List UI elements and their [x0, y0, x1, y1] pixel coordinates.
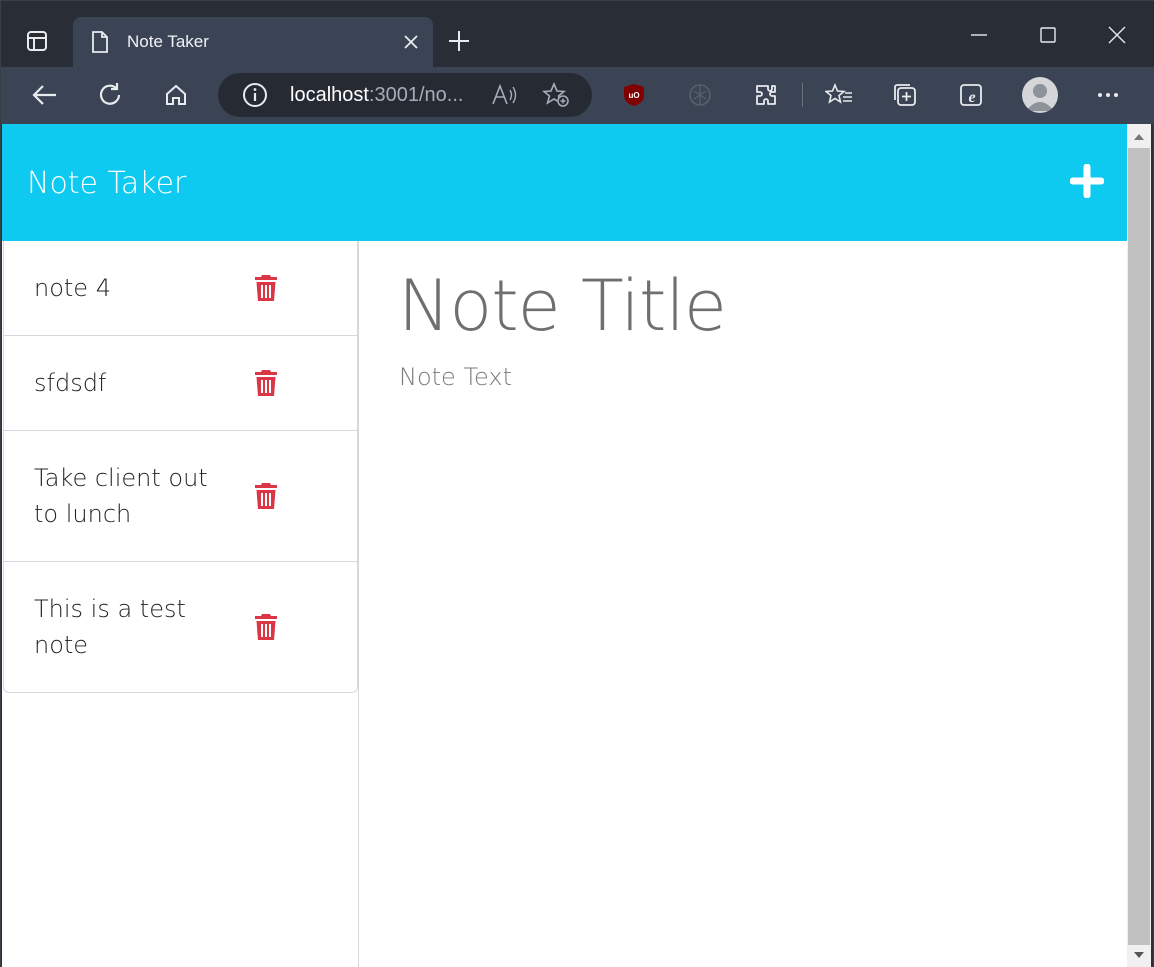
note-editor: Note Title Note Text [360, 241, 1127, 967]
minimize-icon[interactable] [944, 15, 1014, 55]
read-aloud-icon[interactable] [490, 81, 518, 109]
page-icon [89, 30, 111, 54]
delete-note-icon[interactable] [254, 369, 278, 397]
collections-icon[interactable] [885, 75, 925, 115]
list-item[interactable]: This is a test note [4, 562, 357, 692]
browser-tab[interactable]: Note Taker [73, 17, 433, 67]
scroll-up-icon[interactable] [1127, 126, 1151, 148]
delete-note-icon[interactable] [254, 274, 278, 302]
ublock-icon[interactable]: uO [614, 75, 654, 115]
window-close-icon[interactable] [1082, 15, 1152, 55]
refresh-icon[interactable] [90, 75, 130, 115]
scrollbar-thumb[interactable] [1128, 148, 1150, 945]
url-path: :3001/no... [368, 83, 464, 106]
info-icon[interactable] [240, 80, 270, 110]
page-scrollbar[interactable] [1127, 124, 1151, 967]
delete-note-icon[interactable] [254, 613, 278, 641]
tab-strip: Note Taker [1, 1, 1154, 67]
notes-sidebar: note 4 sfdsdf Take client out to lunch T… [2, 241, 359, 967]
back-icon[interactable] [24, 75, 64, 115]
toolbar-separator [802, 83, 803, 107]
browser-window: Note Taker localhost:3001/no... uO e Not… [0, 0, 1154, 967]
svg-text:uO: uO [628, 91, 639, 100]
extensions-icon[interactable] [746, 75, 786, 115]
list-item[interactable]: Take client out to lunch [4, 431, 357, 562]
tab-title: Note Taker [127, 32, 209, 51]
maximize-icon[interactable] [1013, 15, 1083, 55]
url-text: localhost:3001/no... [290, 84, 463, 107]
note-title[interactable]: sfdsdf [34, 365, 234, 401]
profile-icon[interactable] [1022, 77, 1058, 113]
browser-toolbar: localhost:3001/no... uO e [1, 67, 1154, 124]
favorites-icon[interactable] [819, 75, 859, 115]
app-brand[interactable]: Note Taker [27, 166, 186, 201]
note-list: note 4 sfdsdf Take client out to lunch T… [3, 241, 358, 693]
note-title[interactable]: This is a test note [34, 591, 234, 663]
address-bar[interactable]: localhost:3001/no... [218, 73, 592, 117]
url-host: localhost [290, 83, 369, 106]
tab-actions-icon[interactable] [15, 21, 59, 61]
new-note-icon[interactable] [1070, 164, 1104, 198]
home-icon[interactable] [156, 75, 196, 115]
extension-icon[interactable] [680, 75, 720, 115]
note-title[interactable]: Take client out to lunch [34, 460, 234, 532]
new-tab-icon[interactable] [441, 23, 477, 59]
note-title[interactable]: note 4 [34, 270, 234, 306]
svg-text:e: e [968, 89, 975, 106]
more-icon[interactable] [1088, 75, 1128, 115]
delete-note-icon[interactable] [254, 482, 278, 510]
add-favorite-icon[interactable] [540, 81, 572, 109]
app-navbar: Note Taker [2, 124, 1127, 241]
close-icon[interactable] [393, 24, 429, 60]
page-viewport: Note Taker note 4 sfdsdf Take client out… [2, 124, 1127, 967]
note-title-input[interactable]: Note Title [398, 265, 727, 347]
list-item[interactable]: note 4 [4, 241, 357, 336]
scroll-down-icon[interactable] [1127, 944, 1151, 966]
ie-mode-icon[interactable]: e [951, 75, 991, 115]
note-text-input[interactable]: Note Text [399, 363, 512, 391]
list-item[interactable]: sfdsdf [4, 336, 357, 431]
